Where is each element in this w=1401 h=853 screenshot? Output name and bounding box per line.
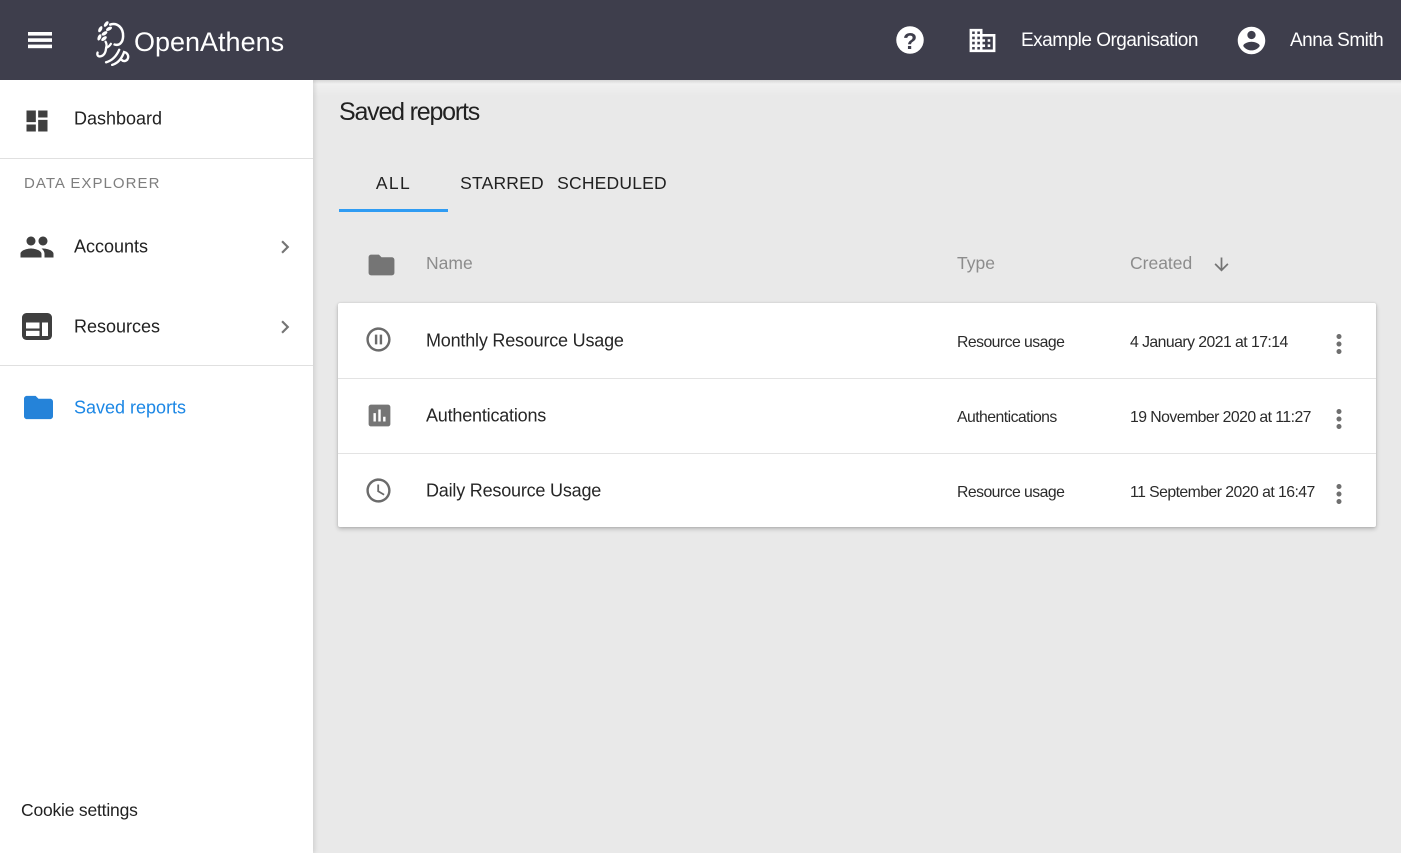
svg-text:?: ? [903, 28, 917, 54]
